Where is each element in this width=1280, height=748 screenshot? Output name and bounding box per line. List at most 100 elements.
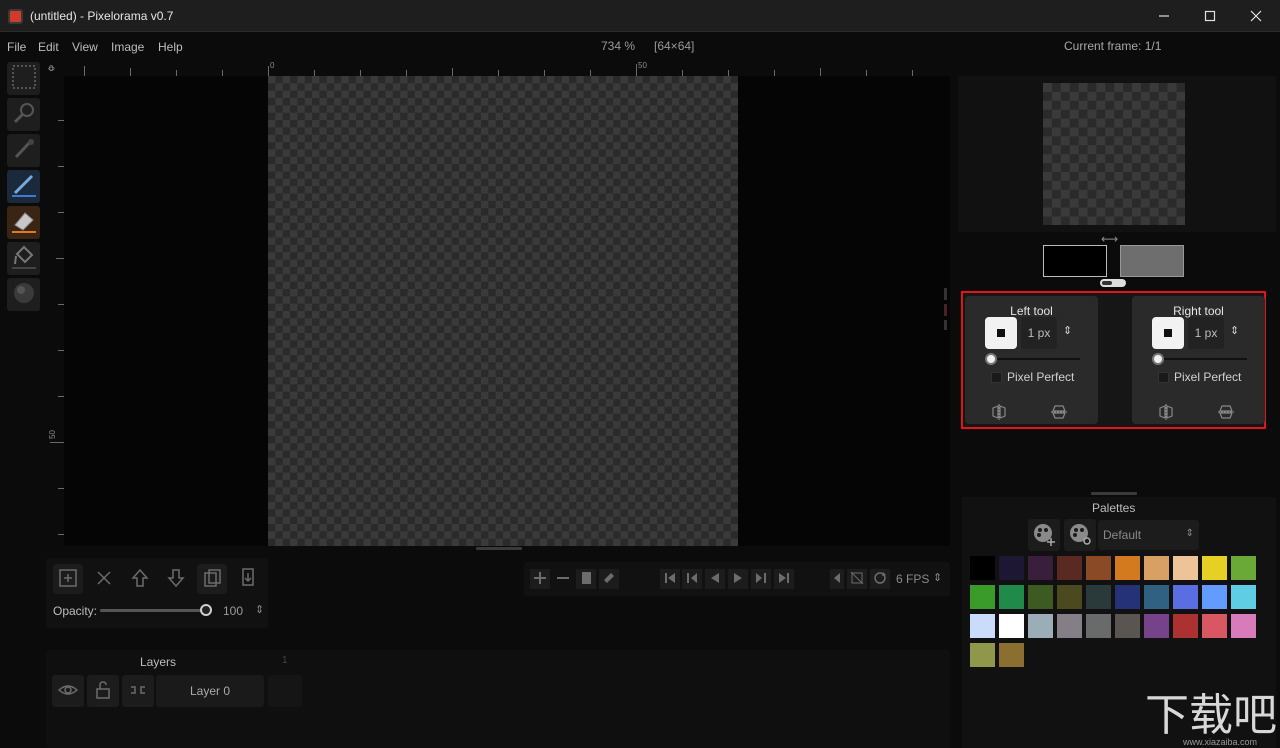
palette-swatch[interactable] [999,585,1024,609]
remove-layer-button[interactable] [89,564,119,594]
palette-swatch[interactable] [1057,556,1082,580]
first-frame-button[interactable] [660,569,680,589]
onion-past-button[interactable] [830,569,844,589]
left-brush-button[interactable] [985,317,1017,349]
palette-swatch[interactable] [1086,614,1111,638]
right-vertical-mirror-icon[interactable] [1218,404,1234,423]
palette-swatch[interactable] [970,614,995,638]
reset-colors-toggle[interactable] [1100,279,1126,287]
horizontal-split-handle[interactable] [476,547,522,550]
left-brush-size[interactable]: 1 px [1021,317,1057,349]
right-brush-size[interactable]: 1 px [1188,317,1224,349]
clone-layer-button[interactable] [197,564,227,594]
palette-swatch[interactable] [1057,585,1082,609]
palette-swatch[interactable] [1086,585,1111,609]
layer-visibility-button[interactable] [52,675,84,707]
opacity-slider-knob[interactable] [200,604,212,616]
layer-cel-button[interactable] [268,675,302,707]
shading-tool[interactable] [7,278,40,311]
right-size-slider-knob[interactable] [1152,353,1164,365]
opacity-slider-track[interactable] [100,609,206,612]
onion-toggle-button[interactable] [847,569,867,589]
palette-swatch[interactable] [1115,614,1140,638]
opacity-value[interactable]: 100 [223,604,243,618]
left-size-slider-knob[interactable] [985,353,997,365]
right-size-spinner-icon[interactable]: ⇕ [1230,324,1239,337]
zoom-tool[interactable] [7,98,40,131]
eraser-tool[interactable] [7,206,40,239]
layer-lock-button[interactable] [87,675,119,707]
maximize-icon[interactable] [1187,0,1233,32]
palette-swatch[interactable] [1231,556,1256,580]
palette-swatch[interactable] [1028,556,1053,580]
drawing-canvas[interactable] [268,76,738,546]
palette-swatch[interactable] [1173,585,1198,609]
fps-value[interactable]: 6 FPS [896,572,929,586]
palette-swatch[interactable] [999,614,1024,638]
right-size-slider-track[interactable] [1157,358,1247,360]
remove-frame-button[interactable] [553,569,573,589]
color-picker-tool[interactable] [7,134,40,167]
palette-swatch[interactable] [1028,585,1053,609]
palette-swatch[interactable] [1173,556,1198,580]
layer-name-button[interactable]: Layer 0 [156,675,264,707]
palettes-split-handle[interactable] [1091,492,1137,495]
right-brush-button[interactable] [1152,317,1184,349]
palette-swatch[interactable] [999,643,1024,667]
next-frame-button[interactable] [751,569,771,589]
menu-image[interactable]: Image [111,40,144,54]
palette-swatch[interactable] [1173,614,1198,638]
palette-swatch[interactable] [1057,614,1082,638]
palette-swatch[interactable] [1144,585,1169,609]
move-layer-up-button[interactable] [125,564,155,594]
clone-frame-button[interactable] [576,569,596,589]
menu-file[interactable]: File [7,40,26,54]
add-layer-button[interactable] [53,564,83,594]
opacity-spinner-icon[interactable]: ⇕ [255,603,264,616]
last-frame-button[interactable] [774,569,794,589]
palette-swatch[interactable] [1115,556,1140,580]
onion-skin-button[interactable] [599,569,619,589]
left-size-slider-track[interactable] [990,358,1080,360]
left-horizontal-mirror-icon[interactable] [991,404,1007,423]
menu-view[interactable]: View [72,40,98,54]
palette-swatch[interactable] [1086,556,1111,580]
palette-swatch[interactable] [970,556,995,580]
palette-select[interactable]: Default ⇕ [1098,520,1199,550]
swap-colors-icon[interactable]: ⟷ [1101,232,1118,246]
palette-swatch[interactable] [1202,585,1227,609]
palette-swatch[interactable] [1144,556,1169,580]
palette-swatch[interactable] [1028,614,1053,638]
palette-swatch[interactable] [1231,614,1256,638]
palette-swatch[interactable] [1115,585,1140,609]
palette-swatch[interactable] [970,643,995,667]
previous-frame-button[interactable] [682,569,702,589]
right-pixel-perfect-checkbox[interactable] [1158,372,1169,383]
palette-swatch[interactable] [970,585,995,609]
left-color-picker[interactable] [1043,245,1107,277]
add-palette-button[interactable] [1028,519,1060,551]
palette-swatch[interactable] [1202,614,1227,638]
bucket-tool[interactable] [7,242,40,275]
pencil-tool[interactable] [7,170,40,203]
palette-swatch[interactable] [999,556,1024,580]
right-color-picker[interactable] [1120,245,1184,277]
palette-swatch[interactable] [1231,585,1256,609]
left-vertical-mirror-icon[interactable] [1051,404,1067,423]
menu-edit[interactable]: Edit [38,40,59,54]
rect-select-tool[interactable] [7,62,40,95]
play-button[interactable] [728,569,748,589]
edit-palette-button[interactable] [1064,519,1096,551]
close-icon[interactable] [1233,0,1279,32]
move-layer-down-button[interactable] [161,564,191,594]
left-size-spinner-icon[interactable]: ⇕ [1063,324,1072,337]
right-horizontal-mirror-icon[interactable] [1158,404,1174,423]
fps-spinner-icon[interactable]: ⇕ [933,571,942,584]
menu-help[interactable]: Help [158,40,183,54]
layer-link-button[interactable] [122,675,154,707]
palette-swatch[interactable] [1202,556,1227,580]
add-frame-button[interactable] [530,569,550,589]
palette-swatch[interactable] [1144,614,1169,638]
loop-button[interactable] [870,569,890,589]
merge-down-button[interactable] [233,564,263,594]
